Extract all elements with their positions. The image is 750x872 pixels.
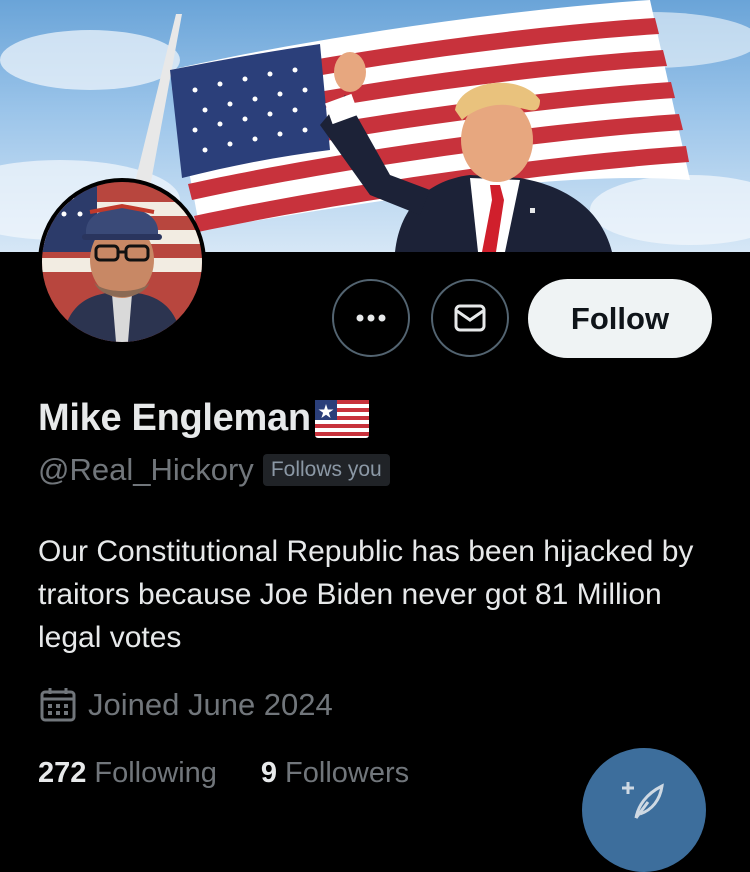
compose-post-icon [622, 782, 664, 819]
following-label: Following [94, 757, 217, 789]
following-link[interactable]: 272 Following [38, 757, 217, 790]
message-button[interactable] [431, 279, 509, 357]
more-options-button[interactable] [332, 279, 410, 357]
joined-text: Joined June 2024 [88, 687, 333, 722]
followers-count: 9 [260, 757, 278, 789]
profile-handle: @Real_Hickory [38, 452, 254, 487]
ellipsis-icon [356, 314, 386, 322]
profile-avatar[interactable] [38, 178, 206, 346]
compose-post-button[interactable] [582, 748, 706, 872]
following-count: 272 [38, 757, 87, 789]
profile-name-row: Mike Engleman [38, 397, 369, 440]
follow-button[interactable]: Follow [528, 279, 712, 358]
joined-date: Joined June 2024 [38, 686, 333, 724]
followers-label: Followers [285, 757, 410, 789]
profile-bio: Our Constitutional Republic has been hij… [38, 535, 694, 654]
follows-you-badge: Follows you [262, 454, 390, 486]
calendar-icon [40, 688, 76, 722]
avatar-image [42, 182, 202, 342]
envelope-icon [454, 304, 486, 332]
profile-name: Mike Engleman [38, 397, 311, 439]
followers-link[interactable]: 9 Followers [261, 757, 409, 790]
flag-emoji [314, 399, 369, 438]
handle-row: @Real_Hickory Follows you [38, 452, 390, 488]
follow-stats: 272 Following 9 Followers [38, 757, 409, 790]
